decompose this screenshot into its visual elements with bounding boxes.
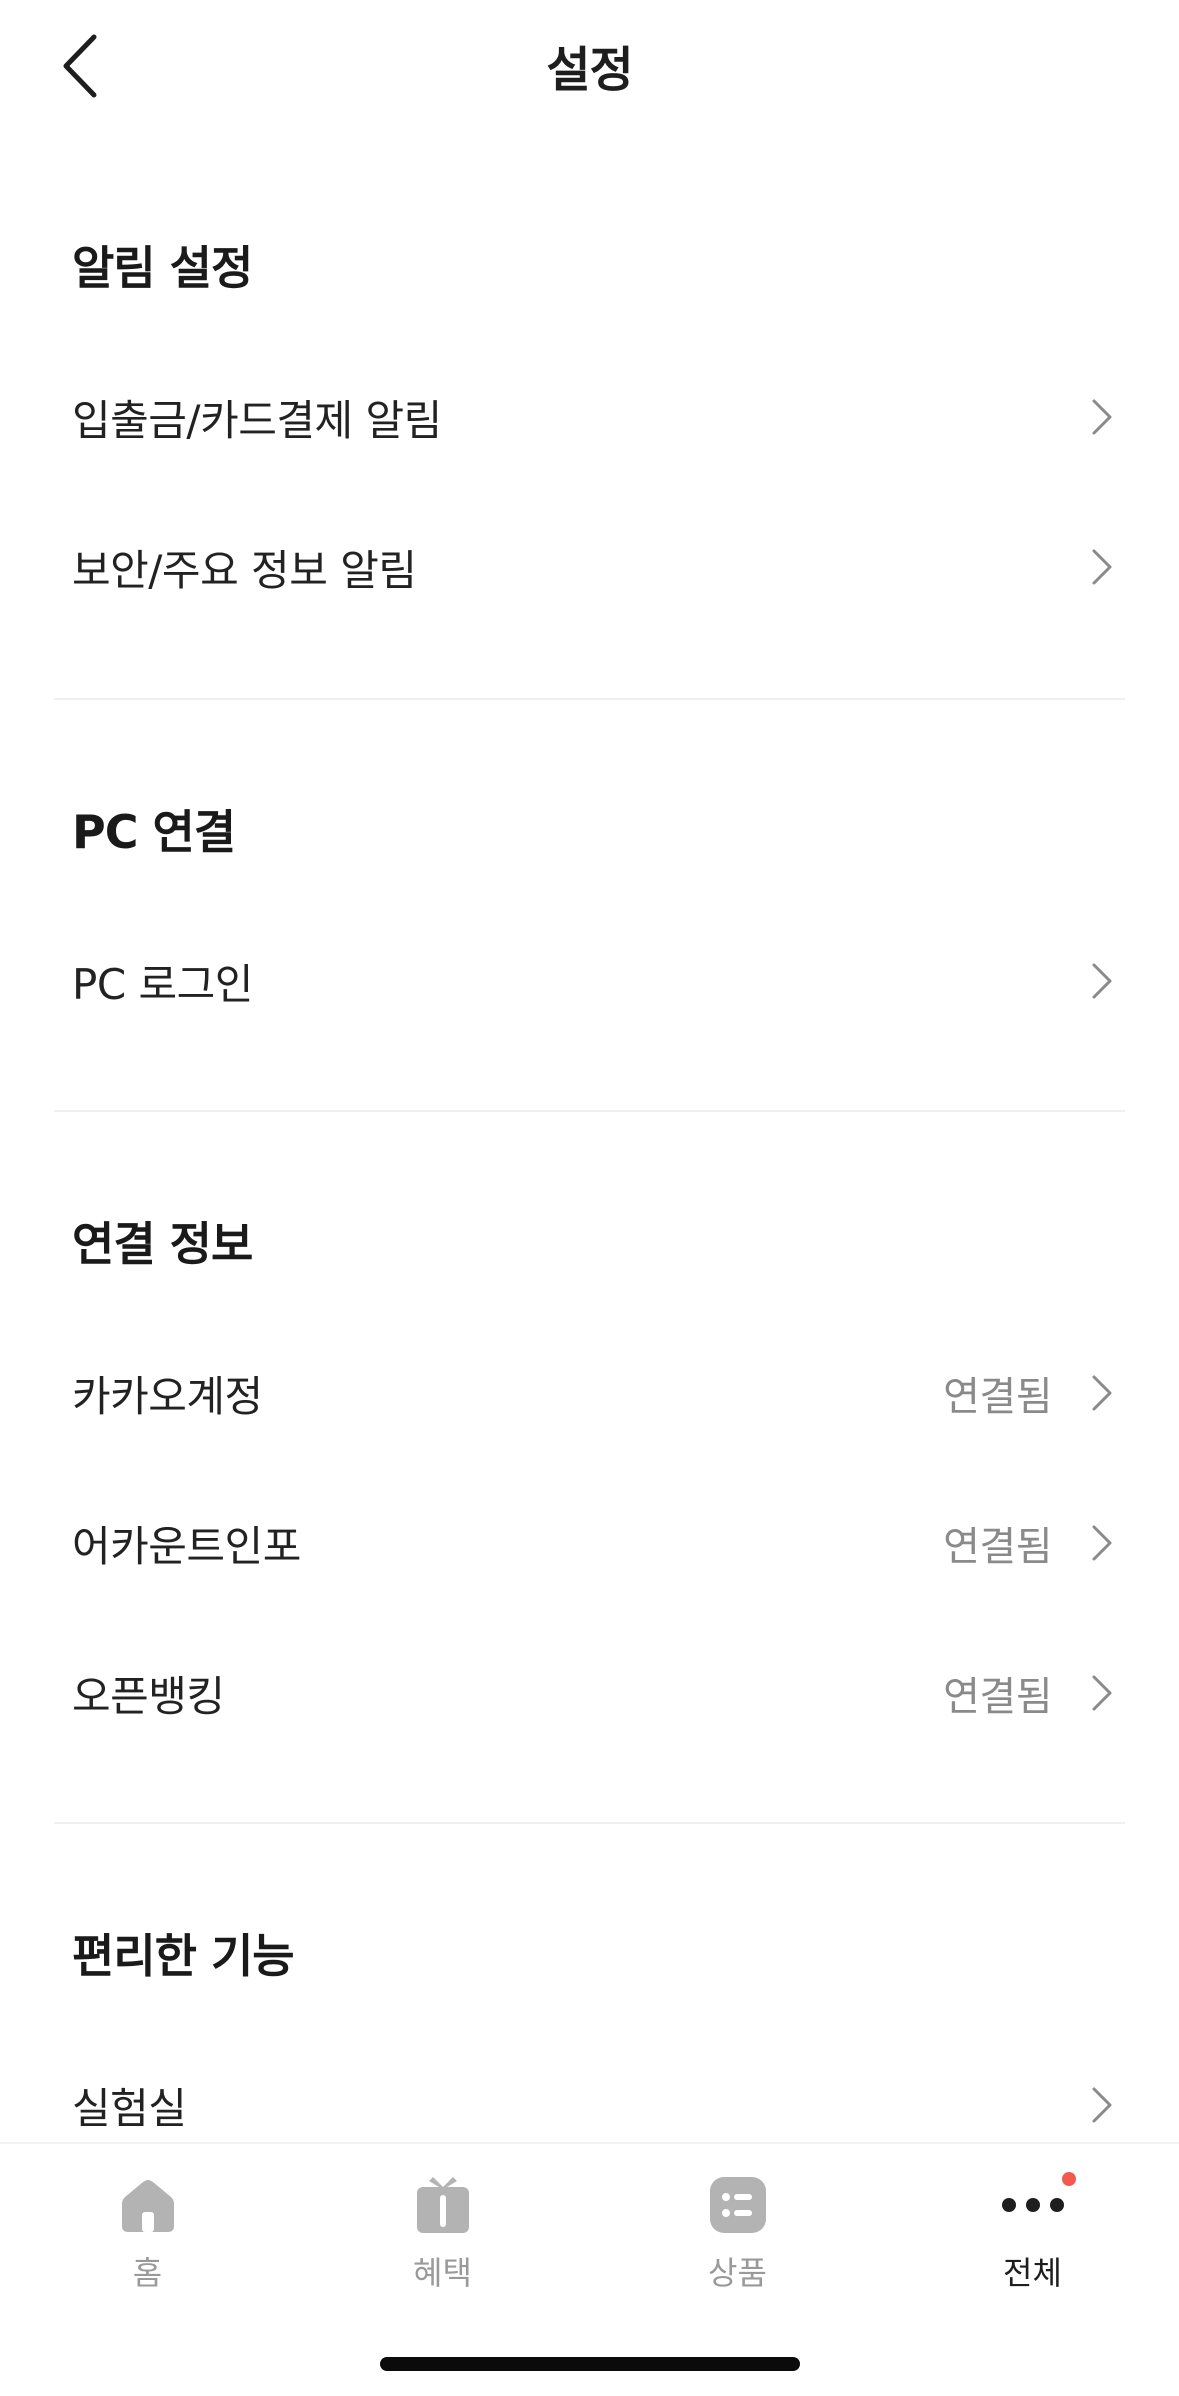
connection-status: 연결됨 (943, 1524, 1052, 1570)
home-indicator (380, 2357, 800, 2371)
tab-home[interactable]: 홈 (0, 2144, 295, 2304)
gift-icon (410, 2172, 476, 2238)
tab-products[interactable]: 상품 (590, 2144, 885, 2304)
section-divider (54, 698, 1125, 700)
chevron-right-icon (1087, 1523, 1117, 1563)
row-label: 실험실 (72, 2083, 187, 2133)
row-pc-login[interactable]: PC 로그인 (0, 906, 1179, 1056)
tab-label: 홈 (132, 2254, 163, 2292)
row-account-info[interactable]: 어카운트인포 연결됨 (0, 1468, 1179, 1618)
home-icon (115, 2172, 181, 2238)
row-label: 오픈뱅킹 (72, 1671, 225, 1721)
row-label: 보안/주요 정보 알림 (72, 545, 417, 595)
row-label: 입출금/카드결제 알림 (72, 395, 442, 445)
row-security-alert[interactable]: 보안/주요 정보 알림 (0, 492, 1179, 642)
section-title-convenient-features: 편리한 기능 (72, 1929, 295, 1983)
connection-status: 연결됨 (943, 1674, 1052, 1720)
section-divider (54, 1822, 1125, 1824)
tab-all[interactable]: 전체 (885, 2144, 1179, 2304)
list-icon (705, 2172, 771, 2238)
row-open-banking[interactable]: 오픈뱅킹 연결됨 (0, 1618, 1179, 1768)
more-icon (1000, 2172, 1076, 2238)
tab-label: 상품 (708, 2254, 767, 2292)
row-label: 카카오계정 (72, 1371, 263, 1421)
section-title-pc-connect: PC 연결 (72, 805, 236, 859)
row-kakao-account[interactable]: 카카오계정 연결됨 (0, 1318, 1179, 1468)
section-title-notifications: 알림 설정 (72, 241, 253, 295)
notification-dot (1061, 2172, 1076, 2186)
row-label: 어카운트인포 (72, 1521, 301, 1571)
tab-benefits[interactable]: 혜택 (295, 2144, 590, 2304)
section-title-linked-info: 연결 정보 (72, 1217, 253, 1271)
section-divider (54, 1110, 1125, 1112)
connection-status: 연결됨 (943, 1374, 1052, 1420)
row-label: PC 로그인 (72, 959, 253, 1009)
chevron-right-icon (1087, 2085, 1117, 2125)
chevron-right-icon (1087, 1373, 1117, 1413)
chevron-right-icon (1087, 397, 1117, 437)
chevron-right-icon (1087, 547, 1117, 587)
row-deposit-card-alert[interactable]: 입출금/카드결제 알림 (0, 342, 1179, 492)
chevron-right-icon (1087, 961, 1117, 1001)
chevron-right-icon (1087, 1673, 1117, 1713)
header: 설정 (0, 0, 1179, 132)
tab-label: 혜택 (413, 2254, 472, 2292)
page-title: 설정 (546, 42, 633, 98)
tab-label: 전체 (1003, 2254, 1062, 2292)
